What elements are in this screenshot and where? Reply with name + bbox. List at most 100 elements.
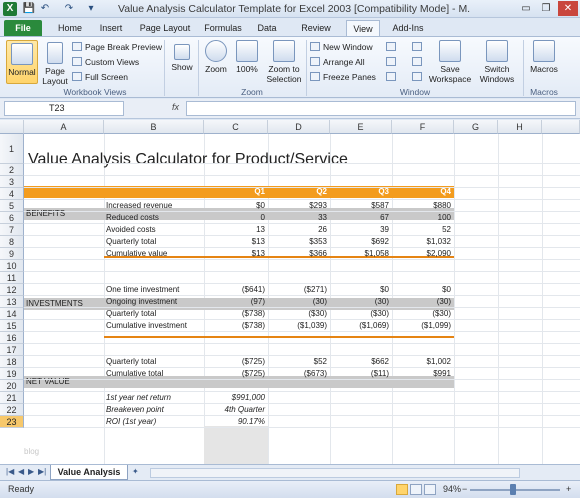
value-cell[interactable]: $366 xyxy=(268,248,330,260)
worksheet-grid[interactable]: A B C D E F G H Value Analysis Calculato… xyxy=(0,120,580,464)
value-cell[interactable]: (30) xyxy=(330,296,392,308)
row-header[interactable]: 6 xyxy=(0,212,24,224)
value-cell[interactable]: $1,058 xyxy=(330,248,392,260)
value-cell[interactable]: $880 xyxy=(392,200,454,212)
value-cell[interactable]: 39 xyxy=(330,224,392,236)
page-layout-status-icon[interactable] xyxy=(410,484,422,495)
summary-value[interactable]: $991,000 xyxy=(204,392,268,404)
row-header[interactable]: 23 xyxy=(0,416,24,428)
value-cell[interactable]: ($11) xyxy=(330,368,392,380)
first-sheet-arrow-icon[interactable]: |◀ xyxy=(6,467,14,476)
restore-button[interactable]: ❐ xyxy=(536,1,556,16)
zoom-slider-thumb[interactable] xyxy=(510,484,516,495)
value-cell[interactable]: 0 xyxy=(204,212,268,224)
column-header-c[interactable]: C xyxy=(204,120,268,134)
sheet-tab-value-analysis[interactable]: Value Analysis xyxy=(50,465,128,480)
tab-view[interactable]: View xyxy=(346,20,380,36)
value-cell[interactable]: ($738) xyxy=(204,320,268,332)
page-break-status-icon[interactable] xyxy=(424,484,436,495)
row-header[interactable]: 12 xyxy=(0,284,24,296)
value-cell[interactable]: 33 xyxy=(268,212,330,224)
row-header[interactable]: 1 xyxy=(0,134,24,164)
value-cell[interactable]: $2,090 xyxy=(392,248,454,260)
summary-value[interactable]: 90.17% xyxy=(204,416,268,428)
last-sheet-arrow-icon[interactable]: ▶| xyxy=(38,467,46,476)
value-cell[interactable]: $293 xyxy=(268,200,330,212)
row-header[interactable]: 3 xyxy=(0,176,24,188)
zoom-level[interactable]: 94% xyxy=(443,484,461,494)
row-header[interactable]: 17 xyxy=(0,344,24,356)
value-cell[interactable]: $662 xyxy=(330,356,392,368)
row-header[interactable]: 5 xyxy=(0,200,24,212)
value-cell[interactable]: $0 xyxy=(392,284,454,296)
normal-view-status-icon[interactable] xyxy=(396,484,408,495)
insert-sheet-icon[interactable]: ✦ xyxy=(132,467,139,476)
row-header[interactable]: 21 xyxy=(0,392,24,404)
close-button[interactable]: ✕ xyxy=(558,1,578,16)
value-cell[interactable]: $13 xyxy=(204,248,268,260)
column-header-f[interactable]: F xyxy=(392,120,454,134)
select-all-corner[interactable] xyxy=(0,120,24,134)
row-header[interactable]: 16 xyxy=(0,332,24,344)
row-header[interactable]: 19 xyxy=(0,368,24,380)
freeze-panes-button[interactable]: Freeze Panes xyxy=(310,71,376,83)
undo-icon[interactable]: ↶ xyxy=(38,2,52,16)
value-cell[interactable]: (30) xyxy=(268,296,330,308)
value-cell[interactable]: ($30) xyxy=(392,308,454,320)
tab-data[interactable]: Data xyxy=(252,20,282,36)
row-header[interactable]: 10 xyxy=(0,260,24,272)
value-cell[interactable]: ($738) xyxy=(204,308,268,320)
value-cell[interactable]: ($1,099) xyxy=(392,320,454,332)
show-button[interactable]: Show xyxy=(168,40,196,84)
zoom-100-button[interactable]: 100% xyxy=(232,40,262,84)
prev-sheet-arrow-icon[interactable]: ◀ xyxy=(18,467,24,476)
row-header[interactable]: 22 xyxy=(0,404,24,416)
zoom-button[interactable]: Zoom xyxy=(202,40,230,84)
excel-app-icon[interactable]: X xyxy=(3,2,17,16)
row-header[interactable]: 8 xyxy=(0,236,24,248)
value-cell[interactable]: ($641) xyxy=(204,284,268,296)
row-header[interactable]: 4 xyxy=(0,188,24,200)
column-header-h[interactable]: H xyxy=(498,120,542,134)
next-sheet-arrow-icon[interactable]: ▶ xyxy=(28,467,34,476)
value-cell[interactable]: ($1,039) xyxy=(268,320,330,332)
column-header-b[interactable]: B xyxy=(104,120,204,134)
column-header-d[interactable]: D xyxy=(268,120,330,134)
row-header[interactable]: 2 xyxy=(0,164,24,176)
tab-insert[interactable]: Insert xyxy=(92,20,130,36)
row-header[interactable]: 15 xyxy=(0,320,24,332)
value-cell[interactable]: ($725) xyxy=(204,356,268,368)
value-cell[interactable]: (97) xyxy=(204,296,268,308)
synchronous-scrolling-button[interactable] xyxy=(412,56,425,68)
view-side-by-side-button[interactable] xyxy=(412,41,425,53)
row-header[interactable]: 9 xyxy=(0,248,24,260)
full-screen-button[interactable]: Full Screen xyxy=(72,71,128,83)
new-window-button[interactable]: New Window xyxy=(310,41,373,53)
column-header-a[interactable]: A xyxy=(24,120,104,134)
value-cell[interactable]: ($725) xyxy=(204,368,268,380)
value-cell[interactable]: 13 xyxy=(204,224,268,236)
value-cell[interactable]: $52 xyxy=(268,356,330,368)
value-cell[interactable]: ($30) xyxy=(330,308,392,320)
row-header[interactable]: 18 xyxy=(0,356,24,368)
column-header-e[interactable]: E xyxy=(330,120,392,134)
save-workspace-button[interactable]: Save Workspace xyxy=(428,40,472,84)
tab-page-layout[interactable]: Page Layout xyxy=(136,20,194,36)
reset-window-position-button[interactable] xyxy=(412,71,425,83)
column-header-i[interactable] xyxy=(542,120,580,134)
horizontal-scrollbar[interactable] xyxy=(150,468,520,478)
insert-function-icon[interactable]: fx xyxy=(172,102,179,112)
zoom-to-selection-button[interactable]: Zoom to Selection xyxy=(264,40,304,84)
minimize-button[interactable]: ▭ xyxy=(516,1,536,16)
page-break-preview-button[interactable]: Page Break Preview xyxy=(72,41,162,53)
value-cell[interactable]: $0 xyxy=(330,284,392,296)
row-header[interactable]: 14 xyxy=(0,308,24,320)
value-cell[interactable]: ($673) xyxy=(268,368,330,380)
tab-file[interactable]: File xyxy=(4,20,42,36)
value-cell[interactable]: 26 xyxy=(268,224,330,236)
value-cell[interactable]: ($1,069) xyxy=(330,320,392,332)
value-cell[interactable]: ($30) xyxy=(268,308,330,320)
tab-home[interactable]: Home xyxy=(52,20,88,36)
formula-input[interactable] xyxy=(186,101,576,116)
value-cell[interactable]: (30) xyxy=(392,296,454,308)
